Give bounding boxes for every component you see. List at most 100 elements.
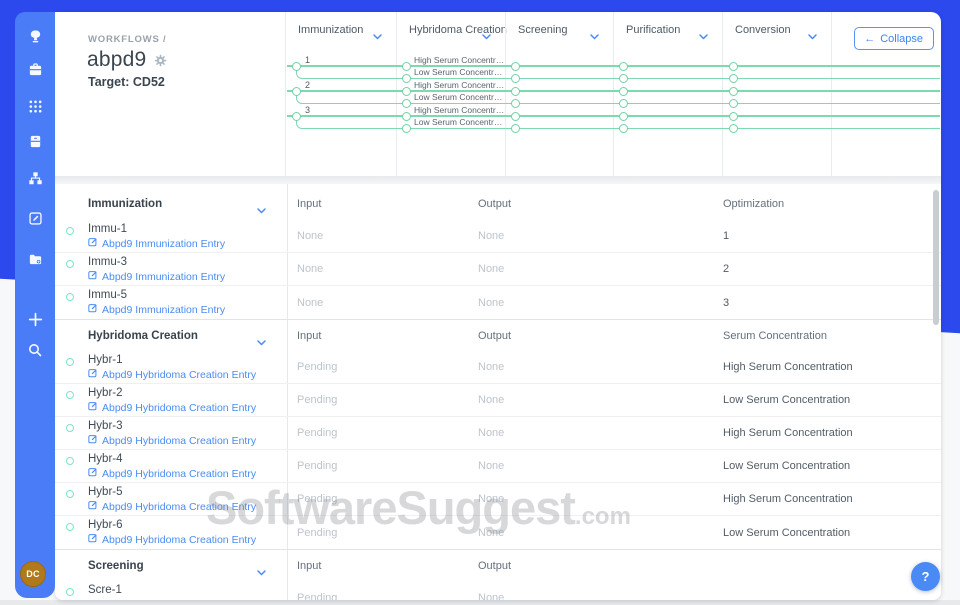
workflow-node[interactable] bbox=[619, 62, 628, 71]
sidebar-item-create-plus[interactable] bbox=[23, 310, 47, 334]
cell-output: None bbox=[478, 361, 504, 373]
workflow-node[interactable] bbox=[292, 62, 301, 71]
cell-extra: High Serum Concentration bbox=[723, 427, 853, 439]
diagram-branch-label: Low Serum Concentration bbox=[414, 92, 507, 102]
workflow-node[interactable] bbox=[729, 124, 738, 133]
workflow-node[interactable] bbox=[729, 87, 738, 96]
diagram-branch-label: High Serum Concentration bbox=[414, 80, 507, 90]
help-button[interactable]: ? bbox=[911, 562, 940, 591]
column-header: Output bbox=[478, 550, 511, 582]
breadcrumb[interactable]: WORKFLOWS / bbox=[88, 34, 166, 45]
diagram-column-empty bbox=[831, 12, 941, 176]
entry-edit-icon bbox=[88, 467, 98, 480]
diagram-group-number: 1 bbox=[305, 55, 310, 65]
workflow-node[interactable] bbox=[402, 112, 411, 121]
chevron-down-icon[interactable] bbox=[482, 27, 491, 45]
cell-extra: 1 bbox=[723, 230, 729, 242]
workflow-table: ImmunizationInputOutputOptimization Immu-… bbox=[55, 184, 941, 600]
workflow-node[interactable] bbox=[402, 124, 411, 133]
task-name: Scre-1 bbox=[88, 584, 122, 596]
avatar[interactable]: DC bbox=[20, 561, 46, 587]
entry-link[interactable]: Abpd9 Hybridoma Creation Entry bbox=[88, 533, 256, 546]
workflow-node[interactable] bbox=[402, 74, 411, 83]
table-row[interactable]: Hybr-1Abpd9 Hybridoma Creation EntryPend… bbox=[55, 351, 941, 384]
chevron-down-icon[interactable] bbox=[699, 27, 708, 45]
table-row[interactable]: Immu-5Abpd9 Immunization EntryNoneNone3 bbox=[55, 286, 941, 319]
inventory-archive-icon bbox=[28, 134, 43, 154]
workflow-node[interactable] bbox=[619, 124, 628, 133]
gear-icon[interactable] bbox=[154, 54, 167, 67]
workflow-node[interactable] bbox=[402, 62, 411, 71]
task-name: Hybr-6 bbox=[88, 519, 123, 531]
sidebar-item-folders[interactable] bbox=[23, 250, 47, 274]
sidebar-item-workflows-sitemap[interactable] bbox=[23, 169, 47, 193]
table-row[interactable]: Hybr-4Abpd9 Hybridoma Creation EntryPend… bbox=[55, 450, 941, 483]
table-row[interactable]: Hybr-5Abpd9 Hybridoma Creation EntryPend… bbox=[55, 483, 941, 516]
table-row[interactable]: Hybr-3Abpd9 Hybridoma Creation EntryPend… bbox=[55, 417, 941, 450]
column-header: Optimization bbox=[723, 188, 784, 220]
workflow-node[interactable] bbox=[619, 87, 628, 96]
workflow-node[interactable] bbox=[619, 74, 628, 83]
table-row[interactable]: Immu-1Abpd9 Immunization EntryNoneNone1 bbox=[55, 220, 941, 253]
diagram-branch-label: Low Serum Concentration bbox=[414, 67, 507, 77]
workflow-node[interactable] bbox=[729, 99, 738, 108]
entry-link[interactable]: Abpd9 Hybridoma Creation Entry bbox=[88, 368, 256, 381]
workflow-edge-branch bbox=[296, 116, 406, 129]
workflow-node[interactable] bbox=[292, 87, 301, 96]
chevron-down-icon[interactable] bbox=[373, 27, 382, 45]
entry-edit-icon bbox=[88, 434, 98, 447]
sidebar-item-apps-grid[interactable] bbox=[23, 97, 47, 121]
workflow-node[interactable] bbox=[729, 74, 738, 83]
section-title: Screening bbox=[88, 550, 144, 582]
workflow-node[interactable] bbox=[729, 112, 738, 121]
workflow-node[interactable] bbox=[511, 74, 520, 83]
table-row[interactable]: Hybr-6 Abpd9 Hybridoma Creation Entry Pend… bbox=[55, 516, 941, 549]
entry-edit-icon bbox=[88, 237, 98, 250]
diagram-column-header: Screening bbox=[505, 12, 613, 176]
workflow-node[interactable] bbox=[292, 112, 301, 121]
sidebar-item-projects-briefcase[interactable] bbox=[23, 60, 47, 84]
entry-link[interactable]: Abpd9 Hybridoma Creation Entry bbox=[88, 467, 256, 480]
chevron-down-icon[interactable] bbox=[808, 27, 817, 45]
workflow-node[interactable] bbox=[511, 62, 520, 71]
status-circle-icon bbox=[66, 490, 74, 498]
workflow-node[interactable] bbox=[402, 87, 411, 96]
entry-link[interactable]: Abpd9 Immunization Entry bbox=[88, 270, 225, 283]
chevron-down-icon[interactable] bbox=[257, 333, 266, 351]
main-card: WORKFLOWS / abpd9 Target: CD52 ← Collaps… bbox=[55, 12, 941, 600]
target-label: Target: CD52 bbox=[88, 75, 165, 89]
chevron-down-icon[interactable] bbox=[257, 563, 266, 581]
cell-output: None bbox=[478, 460, 504, 472]
diagram-column-label: Purification bbox=[626, 24, 680, 36]
table-row[interactable]: Hybr-2Abpd9 Hybridoma Creation EntryPend… bbox=[55, 384, 941, 417]
sidebar-item-notebook-edit[interactable] bbox=[23, 209, 47, 233]
entry-link[interactable]: Abpd9 Hybridoma Creation Entry bbox=[88, 401, 256, 414]
cell-output: None bbox=[478, 427, 504, 439]
cell-output: None bbox=[478, 493, 504, 505]
workflow-node[interactable] bbox=[619, 99, 628, 108]
workflow-node[interactable] bbox=[511, 99, 520, 108]
table-row[interactable]: Immu-3Abpd9 Immunization EntryNoneNone2 bbox=[55, 253, 941, 286]
table-section-header: ImmunizationInputOutputOptimization bbox=[55, 188, 941, 220]
scrollbar[interactable] bbox=[933, 190, 939, 325]
task-name: Hybr-1 bbox=[88, 354, 123, 366]
chevron-down-icon[interactable] bbox=[257, 201, 266, 219]
workflow-node[interactable] bbox=[619, 112, 628, 121]
entry-link[interactable]: Abpd9 Hybridoma Creation Entry bbox=[88, 500, 256, 513]
sidebar-item-search[interactable] bbox=[23, 340, 47, 364]
diagram-column-header: Purification bbox=[613, 12, 722, 176]
table-row[interactable]: Scre-1PendingNone bbox=[55, 581, 941, 600]
entry-link[interactable]: Abpd9 Immunization Entry bbox=[88, 237, 225, 250]
folders-icon bbox=[28, 252, 43, 272]
workflow-node[interactable] bbox=[511, 124, 520, 133]
sidebar-item-inventory-archive[interactable] bbox=[23, 132, 47, 156]
sidebar-item-benchling-tree[interactable] bbox=[23, 27, 47, 51]
workflow-node[interactable] bbox=[729, 62, 738, 71]
chevron-down-icon[interactable] bbox=[590, 27, 599, 45]
cell-input: Pending bbox=[297, 527, 337, 539]
workflow-node[interactable] bbox=[402, 99, 411, 108]
workflow-node[interactable] bbox=[511, 87, 520, 96]
entry-link[interactable]: Abpd9 Immunization Entry bbox=[88, 303, 225, 316]
workflow-node[interactable] bbox=[511, 112, 520, 121]
entry-link[interactable]: Abpd9 Hybridoma Creation Entry bbox=[88, 434, 256, 447]
